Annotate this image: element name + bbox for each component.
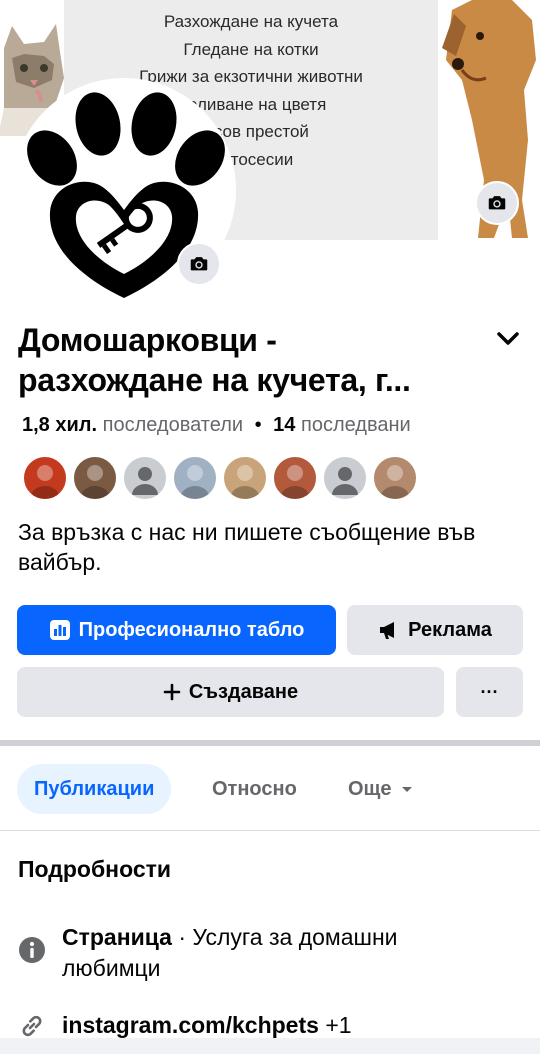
tab-more-label: Още	[348, 777, 392, 800]
avatar-photo	[230, 465, 260, 499]
camera-icon	[190, 257, 208, 271]
follower-avatar[interactable]	[272, 455, 318, 501]
link-icon	[22, 1015, 42, 1037]
page-stats: 1,8 хил. последователи • 14 последвани	[22, 414, 411, 437]
edit-cover-photo-button[interactable]	[475, 181, 519, 225]
section-divider	[0, 740, 540, 746]
tab-about[interactable]: Относно	[212, 764, 297, 814]
avatar-photo	[80, 465, 110, 499]
plus-icon	[163, 683, 181, 701]
tabs-divider	[0, 830, 540, 831]
ads-label: Реклама	[408, 618, 492, 641]
followers-count[interactable]: 1,8 хил.	[22, 414, 97, 436]
followers-label[interactable]: последователи	[103, 414, 243, 436]
megaphone-icon	[380, 622, 395, 639]
follower-avatar[interactable]	[222, 455, 268, 501]
page-title-line: разхождане на кучета, г...	[18, 362, 411, 398]
edit-profile-picture-button[interactable]	[177, 242, 221, 286]
follower-avatar[interactable]	[372, 455, 418, 501]
chevron-down-icon[interactable]	[494, 324, 522, 352]
follower-avatar[interactable]	[122, 455, 168, 501]
page-category: Страница · Услуга за домашни любимци	[62, 922, 502, 984]
default-avatar-icon	[332, 467, 358, 495]
stats-separator: •	[254, 414, 262, 436]
avatar-photo	[30, 465, 60, 499]
bottom-edge	[0, 1038, 540, 1054]
more-links-count[interactable]: +1	[325, 1012, 351, 1038]
details-title: Подробности	[18, 856, 172, 882]
create-label: Създаване	[188, 680, 299, 703]
cover-line: Разхождане на кучета	[163, 12, 339, 31]
follower-avatar[interactable]	[22, 455, 68, 501]
info-icon	[19, 937, 45, 963]
tab-posts[interactable]: Публикации	[17, 764, 172, 814]
ads-button[interactable]: Реклама	[347, 605, 523, 655]
follower-avatar[interactable]	[322, 455, 368, 501]
tab-more[interactable]: Още	[348, 764, 414, 814]
follower-avatar[interactable]	[172, 455, 218, 501]
caret-down-icon	[401, 787, 412, 792]
category-label: Страница	[62, 924, 172, 950]
camera-icon	[488, 196, 506, 210]
follower-avatars[interactable]	[22, 455, 422, 501]
follower-avatar[interactable]	[72, 455, 118, 501]
cover-line: Гледане на котки	[183, 39, 319, 59]
avatar-photo	[280, 465, 310, 499]
category-separator: ·	[171, 924, 193, 950]
default-avatar-icon	[132, 467, 158, 495]
avatar-photo	[180, 465, 210, 499]
dashboard-icon	[49, 620, 70, 640]
page-title-line: Домошарковци -	[18, 322, 277, 358]
professional-dashboard-label: Професионално табло	[78, 618, 305, 641]
avatar-photo	[380, 465, 410, 499]
more-options-icon: ···	[480, 681, 499, 702]
page-link-row[interactable]: instagram.com/kchpets +1	[62, 1010, 352, 1041]
following-count[interactable]: 14	[273, 414, 295, 436]
page-bio: За връзка с нас ни пишете съобщение във …	[18, 519, 476, 575]
professional-dashboard-button[interactable]: Професионално табло	[17, 605, 336, 655]
more-options-button[interactable]: ···	[456, 667, 523, 717]
following-label[interactable]: последвани	[301, 414, 411, 436]
page-title: Домошарковци - разхождане на кучета, г..…	[18, 320, 488, 400]
create-button[interactable]: Създаване	[17, 667, 444, 717]
instagram-link[interactable]: instagram.com/kchpets	[62, 1012, 319, 1038]
